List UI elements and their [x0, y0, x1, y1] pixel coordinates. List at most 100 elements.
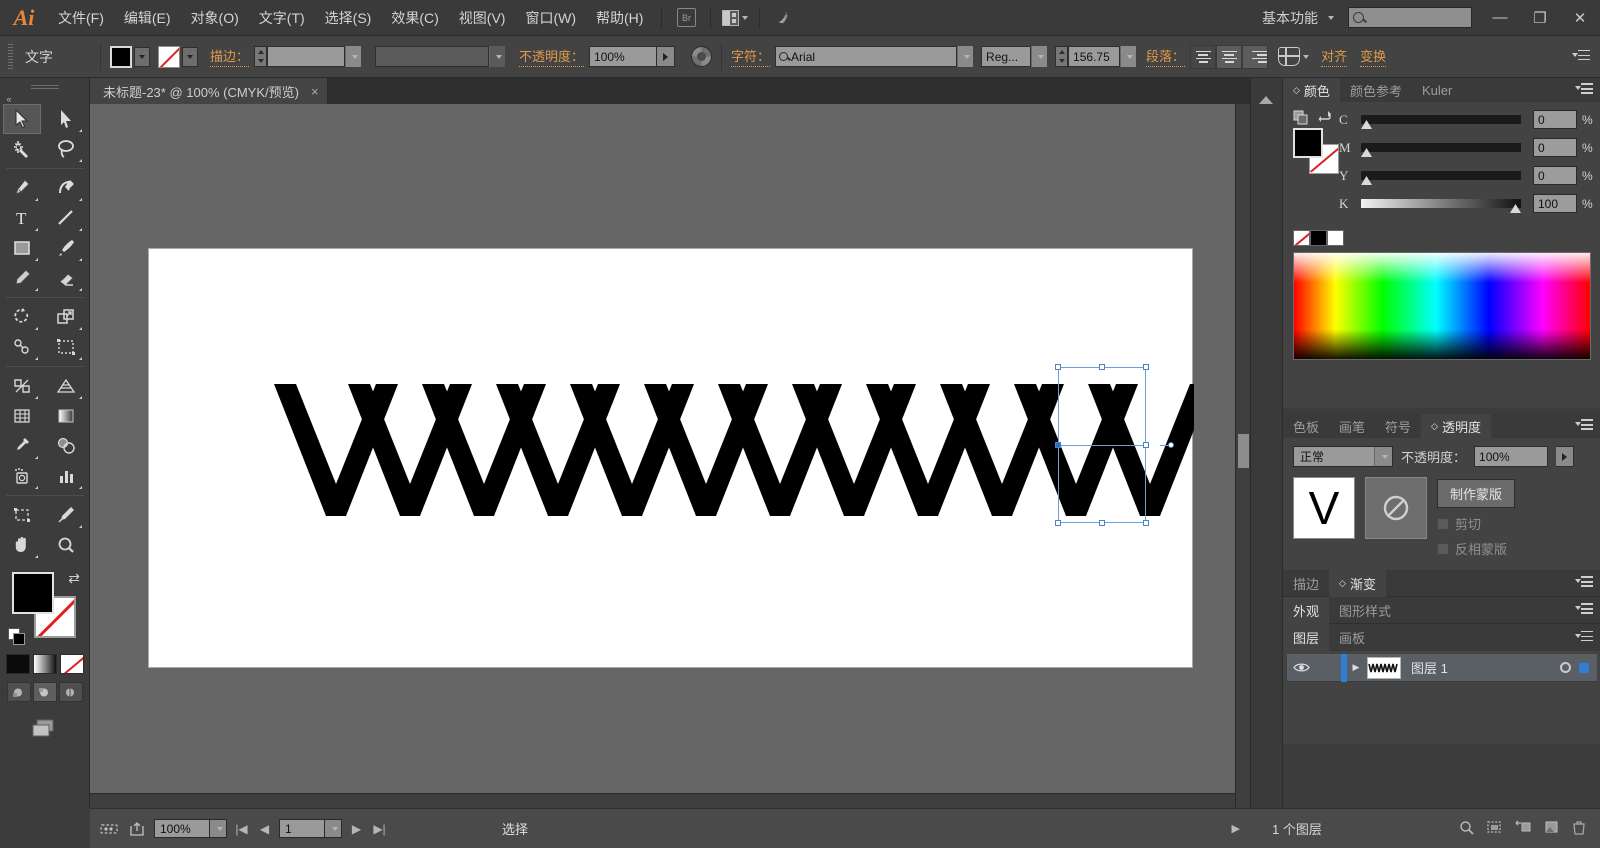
align-center-button[interactable] [1216, 44, 1243, 69]
blend-tool[interactable] [47, 431, 85, 461]
width-tool[interactable] [3, 332, 41, 362]
handle-bottom-right[interactable] [1143, 520, 1149, 526]
export-icon[interactable] [126, 819, 148, 839]
locate-object-icon[interactable] [1459, 820, 1474, 838]
screen-mode-button[interactable] [0, 716, 89, 740]
channel-value-k[interactable]: 100 [1533, 194, 1577, 213]
zoom-control[interactable]: 100% [154, 819, 227, 838]
tab-kuler[interactable]: Kuler [1412, 78, 1462, 102]
fill-dropdown[interactable] [134, 46, 150, 67]
swap-fill-stroke-icon[interactable]: ⇄ [68, 570, 80, 587]
handle-baseline-anchor[interactable] [1055, 442, 1061, 448]
fill-swatch[interactable] [110, 45, 132, 68]
stroke-swatch[interactable] [158, 45, 180, 68]
search-input[interactable] [1348, 7, 1472, 28]
eraser-tool[interactable] [47, 263, 85, 293]
paragraph-panel-label[interactable]: 段落： [1146, 46, 1186, 67]
color-mode-flat[interactable] [5, 654, 30, 674]
canvas-vertical-scroll-thumb[interactable] [1238, 434, 1249, 468]
paintbrush-tool[interactable] [47, 233, 85, 263]
transparency-panel-menu[interactable] [1575, 414, 1600, 438]
color-panel-menu[interactable] [1575, 78, 1600, 102]
clip-checkbox-row[interactable]: 剪切 [1437, 514, 1515, 533]
tools-panel-grip[interactable] [0, 78, 89, 92]
font-style-field[interactable]: Reg... [981, 46, 1032, 67]
rectangle-tool[interactable] [3, 233, 41, 263]
tab-appearance[interactable]: 外观 [1283, 596, 1330, 624]
font-size-stepper[interactable] [1055, 46, 1069, 67]
restore-button[interactable]: ❐ [1520, 0, 1560, 36]
column-graph-tool[interactable] [47, 461, 85, 491]
free-transform-tool[interactable] [47, 332, 85, 362]
draw-normal-icon[interactable] [6, 682, 31, 702]
make-clipping-mask-icon[interactable] [1487, 820, 1502, 837]
last-artboard-icon[interactable]: ▶| [371, 822, 388, 836]
handle-middle-right[interactable] [1143, 442, 1149, 448]
slice-tool[interactable] [47, 500, 85, 530]
selection-tool[interactable] [3, 104, 41, 134]
cc-sync-icon[interactable] [771, 7, 797, 29]
tab-layers[interactable]: 图层 [1283, 624, 1330, 651]
zoom-value[interactable]: 100% [154, 819, 210, 838]
selection-bounding-box[interactable] [1055, 364, 1174, 526]
shape-builder-tool[interactable] [3, 371, 41, 401]
control-panel-menu[interactable] [1572, 49, 1600, 64]
channel-slider-c[interactable] [1361, 115, 1521, 129]
menu-edit[interactable]: 编辑(E) [114, 0, 181, 36]
transparency-opacity-flyout[interactable] [1556, 446, 1575, 467]
color-mode-gradient[interactable] [32, 654, 57, 674]
status-overflow-icon[interactable]: ▶ [1232, 822, 1240, 835]
font-style-dropdown[interactable] [1031, 46, 1048, 67]
transform-panel-link[interactable]: 变换 [1360, 46, 1387, 67]
stroke-weight-label[interactable]: 描边： [210, 46, 250, 67]
stroke-weight-dropdown[interactable] [345, 46, 362, 67]
envelope-distort-control[interactable] [1278, 47, 1310, 66]
close-button[interactable]: ✕ [1560, 0, 1600, 36]
pencil-tool[interactable] [3, 263, 41, 293]
workspace-switcher[interactable]: 基本功能 [1250, 8, 1340, 28]
handle-top-right[interactable] [1143, 364, 1149, 370]
stroke-profile-field[interactable] [375, 46, 490, 67]
menu-help[interactable]: 帮助(H) [586, 0, 653, 36]
eyedropper-tool[interactable] [3, 431, 41, 461]
canvas-horizontal-scrollbar[interactable] [90, 793, 1235, 808]
quick-swatch-black[interactable] [1310, 230, 1327, 246]
hand-tool[interactable] [3, 530, 41, 560]
blend-mode-select[interactable]: 正常 [1293, 446, 1393, 467]
canvas-vertical-scrollbar[interactable] [1235, 104, 1250, 808]
channel-slider-k[interactable] [1361, 199, 1521, 213]
arrange-documents-icon[interactable] [722, 7, 749, 29]
font-size-dropdown[interactable] [1120, 46, 1137, 67]
toolbar-fill-swatch[interactable] [12, 572, 54, 614]
tab-symbols[interactable]: 符号 [1375, 414, 1421, 438]
color-fill-swatch[interactable] [1293, 128, 1323, 158]
quick-swatch-none[interactable] [1293, 230, 1310, 246]
menu-view[interactable]: 视图(V) [449, 0, 516, 36]
artboard[interactable] [148, 248, 1194, 668]
tab-transparency[interactable]: ◇ 透明度 [1421, 414, 1491, 438]
artboard-cut-icon[interactable] [98, 819, 120, 839]
control-bar-grip[interactable] [8, 43, 13, 70]
tab-brushes[interactable]: 画笔 [1329, 414, 1375, 438]
tab-gradient[interactable]: ◇ 渐变 [1329, 569, 1386, 597]
layer-selection-square[interactable] [1579, 662, 1589, 673]
handle-top-center[interactable] [1099, 364, 1105, 370]
color-mode-none[interactable] [59, 654, 84, 674]
curvature-tool[interactable] [47, 173, 85, 203]
menu-effect[interactable]: 效果(C) [381, 0, 448, 36]
next-artboard-icon[interactable]: ▶ [348, 822, 365, 836]
magic-wand-tool[interactable] [3, 134, 41, 164]
prev-artboard-icon[interactable]: ◀ [256, 822, 273, 836]
stroke-profile-dropdown[interactable] [489, 46, 506, 67]
menu-window[interactable]: 窗口(W) [515, 0, 586, 36]
appearance-panel-menu[interactable] [1575, 603, 1600, 617]
align-right-button[interactable] [1242, 44, 1269, 69]
minimize-button[interactable]: — [1480, 0, 1520, 36]
artboard-navigator[interactable]: 1 [279, 819, 342, 838]
default-fill-stroke-icon[interactable] [8, 628, 25, 645]
tab-color-guide[interactable]: 颜色参考 [1340, 78, 1412, 102]
symbol-sprayer-tool[interactable] [3, 461, 41, 491]
channel-value-m[interactable]: 0 [1533, 138, 1577, 157]
mesh-tool[interactable] [3, 401, 41, 431]
recolor-artwork-icon[interactable] [691, 46, 713, 67]
